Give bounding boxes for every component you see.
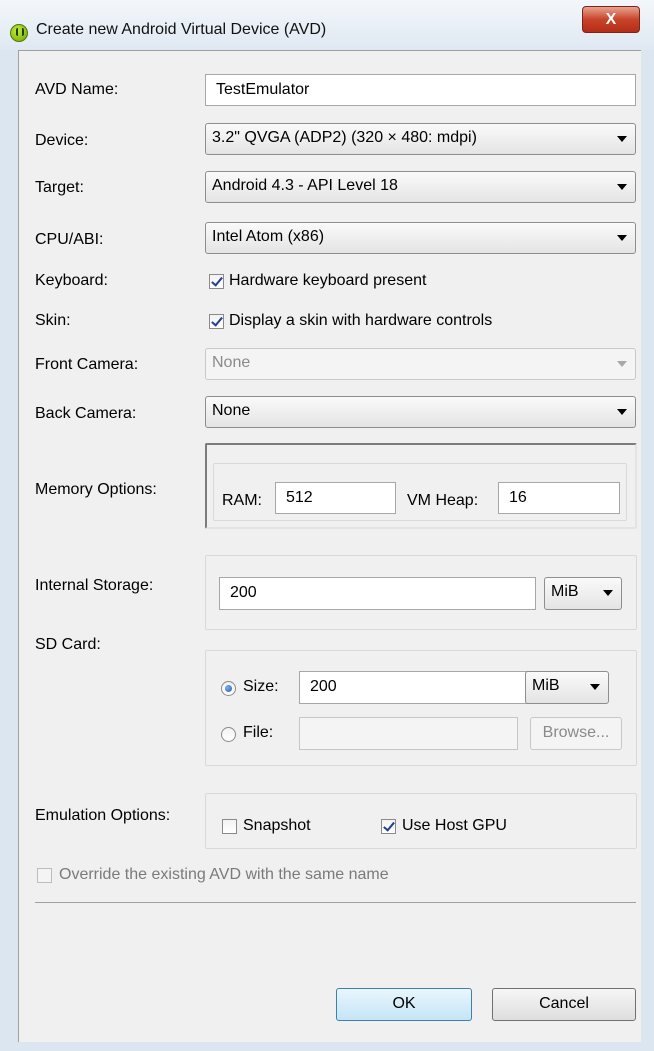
emulation-options-label: Emulation Options: (35, 807, 171, 824)
chevron-down-icon (603, 590, 613, 596)
front-camera-select: None (205, 348, 636, 380)
chevron-down-icon (617, 409, 627, 415)
chevron-down-icon (590, 684, 600, 690)
vm-heap-input[interactable]: 16 (498, 482, 620, 514)
window-title: Create new Android Virtual Device (AVD) (36, 21, 327, 38)
internal-storage-input[interactable]: 200 (219, 577, 536, 610)
avd-name-label: AVD Name: (35, 81, 119, 98)
browse-button: Browse... (530, 717, 622, 750)
vm-heap-label: VM Heap: (407, 492, 479, 509)
cancel-button[interactable]: Cancel (492, 988, 636, 1021)
back-camera-select-value: None (212, 402, 251, 419)
device-select[interactable]: 3.2" QVGA (ADP2) (320 × 480: mdpi) (205, 123, 636, 155)
device-label: Device: (35, 132, 89, 149)
snapshot-checkbox-label[interactable]: Snapshot (243, 817, 311, 835)
skin-checkbox-label[interactable]: Display a skin with hardware controls (229, 312, 492, 330)
back-camera-label: Back Camera: (35, 405, 137, 422)
override-checkbox-label: Override the existing AVD with the same … (59, 866, 389, 883)
cpu-abi-select[interactable]: Intel Atom (x86) (205, 222, 636, 254)
avd-name-input[interactable]: TestEmulator (205, 74, 636, 106)
sd-card-file-label[interactable]: File: (243, 724, 273, 742)
window-frame-right (641, 50, 654, 1051)
use-host-gpu-checkbox[interactable] (381, 819, 396, 834)
sd-card-unit-value: MiB (532, 677, 560, 694)
chevron-down-icon (617, 136, 627, 142)
sd-card-size-radio[interactable] (221, 681, 236, 696)
separator (35, 902, 636, 903)
title-bar: Create new Android Virtual Device (AVD) … (0, 0, 654, 50)
android-app-icon (10, 24, 28, 42)
sd-card-file-input (299, 717, 518, 750)
chevron-down-icon (617, 184, 627, 190)
device-select-value: 3.2" QVGA (ADP2) (320 × 480: mdpi) (212, 129, 477, 146)
keyboard-checkbox-label[interactable]: Hardware keyboard present (229, 272, 426, 290)
ok-button[interactable]: OK (336, 988, 472, 1021)
use-host-gpu-checkbox-label[interactable]: Use Host GPU (402, 817, 507, 835)
cpu-abi-select-value: Intel Atom (x86) (212, 228, 325, 245)
target-select[interactable]: Android 4.3 - API Level 18 (205, 171, 636, 203)
chevron-down-icon (617, 235, 627, 241)
keyboard-checkbox[interactable] (209, 274, 224, 289)
back-camera-select[interactable]: None (205, 396, 636, 428)
keyboard-label: Keyboard: (35, 272, 108, 289)
close-button[interactable]: X (582, 6, 640, 33)
memory-options-label: Memory Options: (35, 481, 157, 498)
chevron-down-icon (617, 361, 627, 367)
sd-card-label: SD Card: (35, 636, 101, 653)
skin-label: Skin: (35, 312, 71, 329)
target-label: Target: (35, 179, 84, 196)
sd-card-size-label[interactable]: Size: (243, 678, 279, 696)
ram-label: RAM: (222, 492, 262, 509)
sd-card-file-radio[interactable] (221, 727, 236, 742)
sd-card-size-input[interactable]: 200 (299, 671, 538, 704)
cpu-abi-label: CPU/ABI: (35, 231, 104, 248)
override-checkbox (37, 868, 52, 883)
snapshot-checkbox[interactable] (222, 819, 237, 834)
internal-storage-label: Internal Storage: (35, 577, 154, 594)
front-camera-label: Front Camera: (35, 356, 139, 373)
window-frame-bottom (0, 1042, 654, 1051)
ram-input[interactable]: 512 (275, 482, 396, 514)
skin-checkbox[interactable] (209, 314, 224, 329)
front-camera-select-value: None (212, 354, 251, 371)
sd-card-unit-select[interactable]: MiB (525, 671, 609, 704)
dialog-content: AVD Name: TestEmulator Device: 3.2" QVGA… (18, 50, 641, 1042)
internal-storage-unit-value: MiB (551, 583, 579, 600)
target-select-value: Android 4.3 - API Level 18 (212, 177, 398, 194)
window-frame-left (0, 50, 18, 1051)
internal-storage-unit-select[interactable]: MiB (544, 577, 622, 610)
